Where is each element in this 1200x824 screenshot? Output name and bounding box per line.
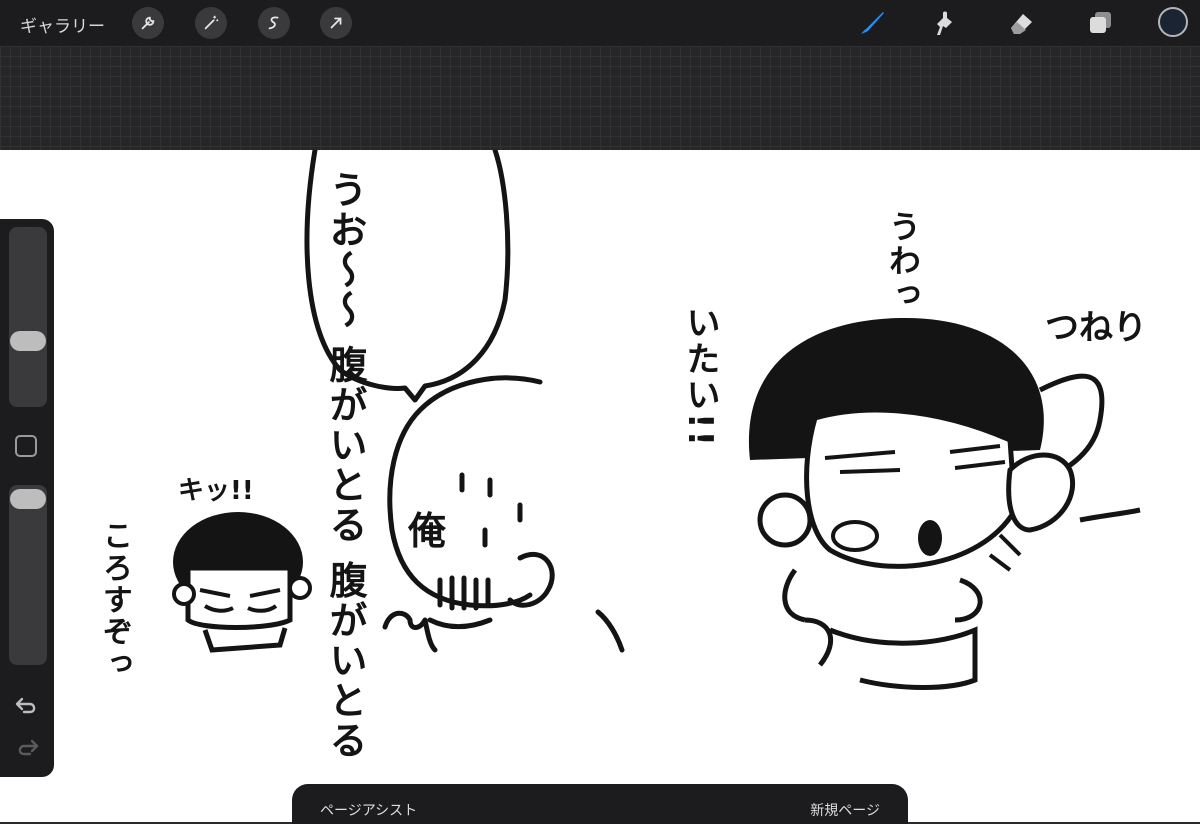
big-character xyxy=(748,317,1141,690)
redo-icon[interactable] xyxy=(14,737,40,759)
side-toolbar xyxy=(0,219,54,777)
selection-icon[interactable] xyxy=(258,7,290,39)
modify-button[interactable] xyxy=(15,435,37,457)
gallery-button[interactable]: ギャラリー xyxy=(20,12,105,37)
bubble-line-2: 腹がいとる xyxy=(323,345,367,546)
bald-man-head xyxy=(387,375,543,609)
page-assist-bar: ページアシスト 新規ページ xyxy=(292,784,908,824)
korosuzo-text: ころすぞっ xyxy=(97,520,132,680)
color-picker-swatch[interactable] xyxy=(1158,7,1188,37)
bubble-line-3: 腹がいとる xyxy=(323,560,367,761)
brush-icon[interactable] xyxy=(857,8,887,38)
new-page-button[interactable]: 新規ページ xyxy=(810,800,880,820)
small-character xyxy=(172,512,312,653)
top-toolbar: ギャラリー xyxy=(0,0,1200,46)
page-assist-title: ページアシスト xyxy=(320,803,418,819)
opacity-slider[interactable] xyxy=(9,485,47,665)
smudge-icon[interactable] xyxy=(928,8,958,38)
opacity-handle[interactable] xyxy=(10,489,46,509)
drawing-canvas[interactable]: うお〜〜 腹がいとる 腹がいとる 俺 キッ!! ころすぞっ うわっ いたい!! … xyxy=(0,150,1200,822)
workspace-grid xyxy=(0,46,1200,150)
bubble-line-1: うお〜〜 xyxy=(323,170,367,330)
transform-arrow-icon[interactable] xyxy=(320,7,352,39)
magic-wand-icon[interactable] xyxy=(195,7,227,39)
layers-icon[interactable] xyxy=(1085,8,1115,38)
kitt-text: キッ!! xyxy=(178,476,254,506)
wrench-icon[interactable] xyxy=(132,7,164,39)
uwa-text: うわっ xyxy=(884,210,922,312)
eraser-icon[interactable] xyxy=(1006,8,1036,38)
brush-size-handle[interactable] xyxy=(10,331,46,351)
tsuneri-text: つねり xyxy=(1045,308,1147,348)
brush-size-slider[interactable] xyxy=(9,227,47,407)
undo-icon[interactable] xyxy=(14,695,40,717)
bald-man-label: 俺 xyxy=(408,509,447,553)
itai-text: いたい!! xyxy=(680,305,720,449)
speech-bubble-text: うお〜〜 腹がいとる 腹がいとる xyxy=(322,170,368,760)
